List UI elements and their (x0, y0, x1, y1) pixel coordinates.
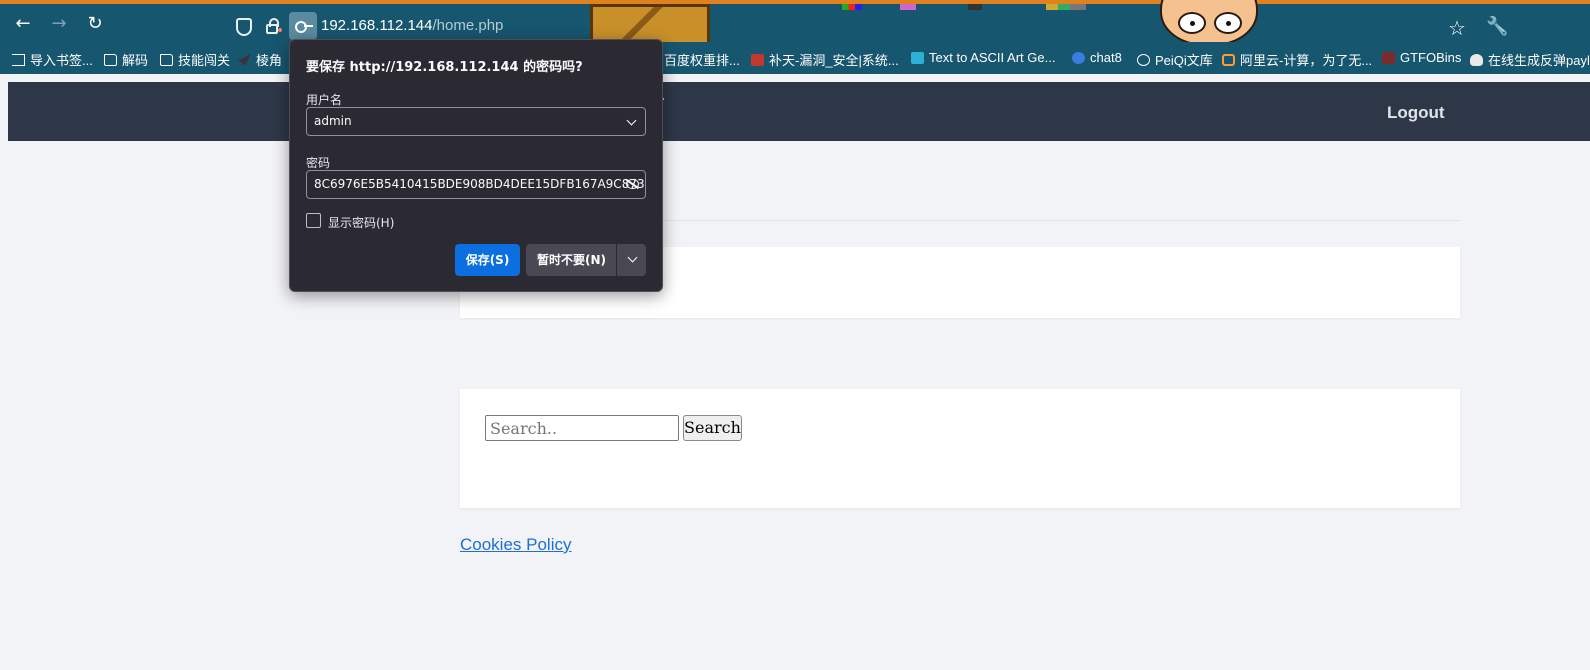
password-value: 8C6976E5B5410415BDE908BD4DEE15DFB167A9C8… (314, 177, 646, 191)
bookmark-item[interactable]: 百度权重排... (664, 50, 740, 69)
url-path: /home.php (432, 17, 504, 34)
wrench-icon[interactable]: 🔧 (1486, 16, 1508, 37)
password-label: 密码 (306, 156, 331, 170)
not-now-button[interactable]: 暂时不要(N) (526, 244, 646, 276)
bookmark-label: chat8 (1090, 50, 1122, 65)
chat-icon (1072, 51, 1085, 64)
bookmark-label: 阿里云-计算，为了无... (1240, 53, 1373, 68)
username-select[interactable]: admin (306, 107, 646, 136)
bookmark-item[interactable]: 棱角 (238, 50, 282, 69)
folder-icon (160, 53, 173, 66)
bookmark-label: 解码 (122, 53, 149, 68)
star-logo-icon (751, 53, 764, 66)
bookmark-item[interactable]: 阿里云-计算，为了无... (1222, 50, 1372, 69)
cartoon-eye (1178, 12, 1206, 34)
search-input[interactable] (485, 415, 679, 441)
aliyun-icon (1222, 53, 1235, 66)
bookmark-item[interactable]: 导入书签... (12, 50, 93, 69)
bookmark-label: PeiQi文库 (1155, 53, 1213, 68)
bookmark-item[interactable]: chat8 (1072, 50, 1122, 65)
chevron-down-icon[interactable] (627, 252, 638, 263)
bookmarks-bar: 导入书签... 解码 技能闯关 棱角 百度权重排... 补天-漏洞_安全|系统.… (0, 42, 1590, 74)
bird-icon (238, 53, 251, 66)
popup-title: 要保存 http://192.168.112.144 的密码吗? (306, 60, 583, 75)
chevron-down-icon (626, 115, 637, 126)
save-password-popup: 要保存 http://192.168.112.144 的密码吗? 用户名 adm… (289, 39, 663, 292)
bookmark-label: GTFOBins (1400, 50, 1462, 65)
bookmark-label: 补天-漏洞_安全|系统... (769, 53, 899, 68)
skull-icon (1470, 53, 1483, 66)
insecure-lock-icon[interactable] (266, 18, 282, 34)
bookmark-label: 技能闯关 (178, 53, 231, 68)
search-card (460, 389, 1460, 508)
not-now-label: 暂时不要(N) (537, 253, 607, 267)
search-button[interactable]: Search (683, 415, 742, 441)
password-field[interactable]: 8C6976E5B5410415BDE908BD4DEE15DFB167A9C8… (306, 170, 646, 199)
bookmark-label: 棱角 (256, 53, 283, 68)
hide-password-eye-icon[interactable] (626, 179, 639, 189)
bookmark-label: 在线生成反弹payload (1488, 53, 1590, 68)
atom-icon (911, 51, 924, 64)
show-password-checkbox[interactable] (306, 213, 321, 228)
gtfobins-icon (1382, 51, 1395, 64)
theme-decoration (900, 4, 916, 10)
theme-decoration (1046, 4, 1086, 10)
theme-cartoon-face (1160, 0, 1258, 46)
bookmark-item[interactable]: 补天-漏洞_安全|系统... (751, 50, 899, 69)
site-navbar (8, 82, 1590, 141)
show-password-label[interactable]: 显示密码(H) (328, 214, 394, 231)
bookmark-label: 导入书签... (30, 53, 93, 68)
import-icon (12, 53, 25, 66)
browser-toolbar: ← → ↻ 192.168.112.144/home.php ☆ 🔧 (0, 0, 1590, 48)
username-value: admin (314, 114, 352, 128)
bookmark-item[interactable]: PeiQi文库 (1137, 50, 1213, 69)
theme-decoration (968, 4, 982, 10)
tracking-shield-icon[interactable] (236, 18, 252, 36)
bookmark-item[interactable]: GTFOBins (1382, 50, 1461, 65)
reload-icon[interactable]: ↻ (84, 13, 106, 35)
cartoon-eye (1214, 12, 1242, 34)
folder-icon (104, 53, 117, 66)
bookmark-star-icon[interactable]: ☆ (1448, 16, 1466, 40)
bookmark-folder[interactable]: 解码 (104, 50, 148, 69)
bookmark-label: 百度权重排... (664, 53, 740, 68)
saved-password-key-icon[interactable] (289, 12, 317, 40)
save-button[interactable]: 保存(S) (455, 244, 520, 276)
cookies-policy-link[interactable]: Cookies Policy (460, 535, 572, 555)
theme-decoration (842, 4, 862, 10)
bookmark-folder[interactable]: 技能闯关 (160, 50, 230, 69)
forward-arrow-icon[interactable]: → (48, 13, 70, 35)
back-arrow-icon[interactable]: ← (12, 13, 34, 35)
username-label: 用户名 (306, 93, 343, 107)
bookmark-item[interactable]: 在线生成反弹payload (1470, 50, 1590, 69)
bookmark-label: Text to ASCII Art Ge... (929, 50, 1056, 65)
globe-icon (1137, 53, 1150, 66)
button-separator (616, 244, 617, 276)
logout-link[interactable]: Logout (1387, 103, 1445, 123)
bookmark-item[interactable]: Text to ASCII Art Ge... (911, 50, 1055, 65)
url-host: 192.168.112.144 (321, 17, 433, 34)
address-bar[interactable]: 192.168.112.144/home.php (321, 17, 503, 34)
